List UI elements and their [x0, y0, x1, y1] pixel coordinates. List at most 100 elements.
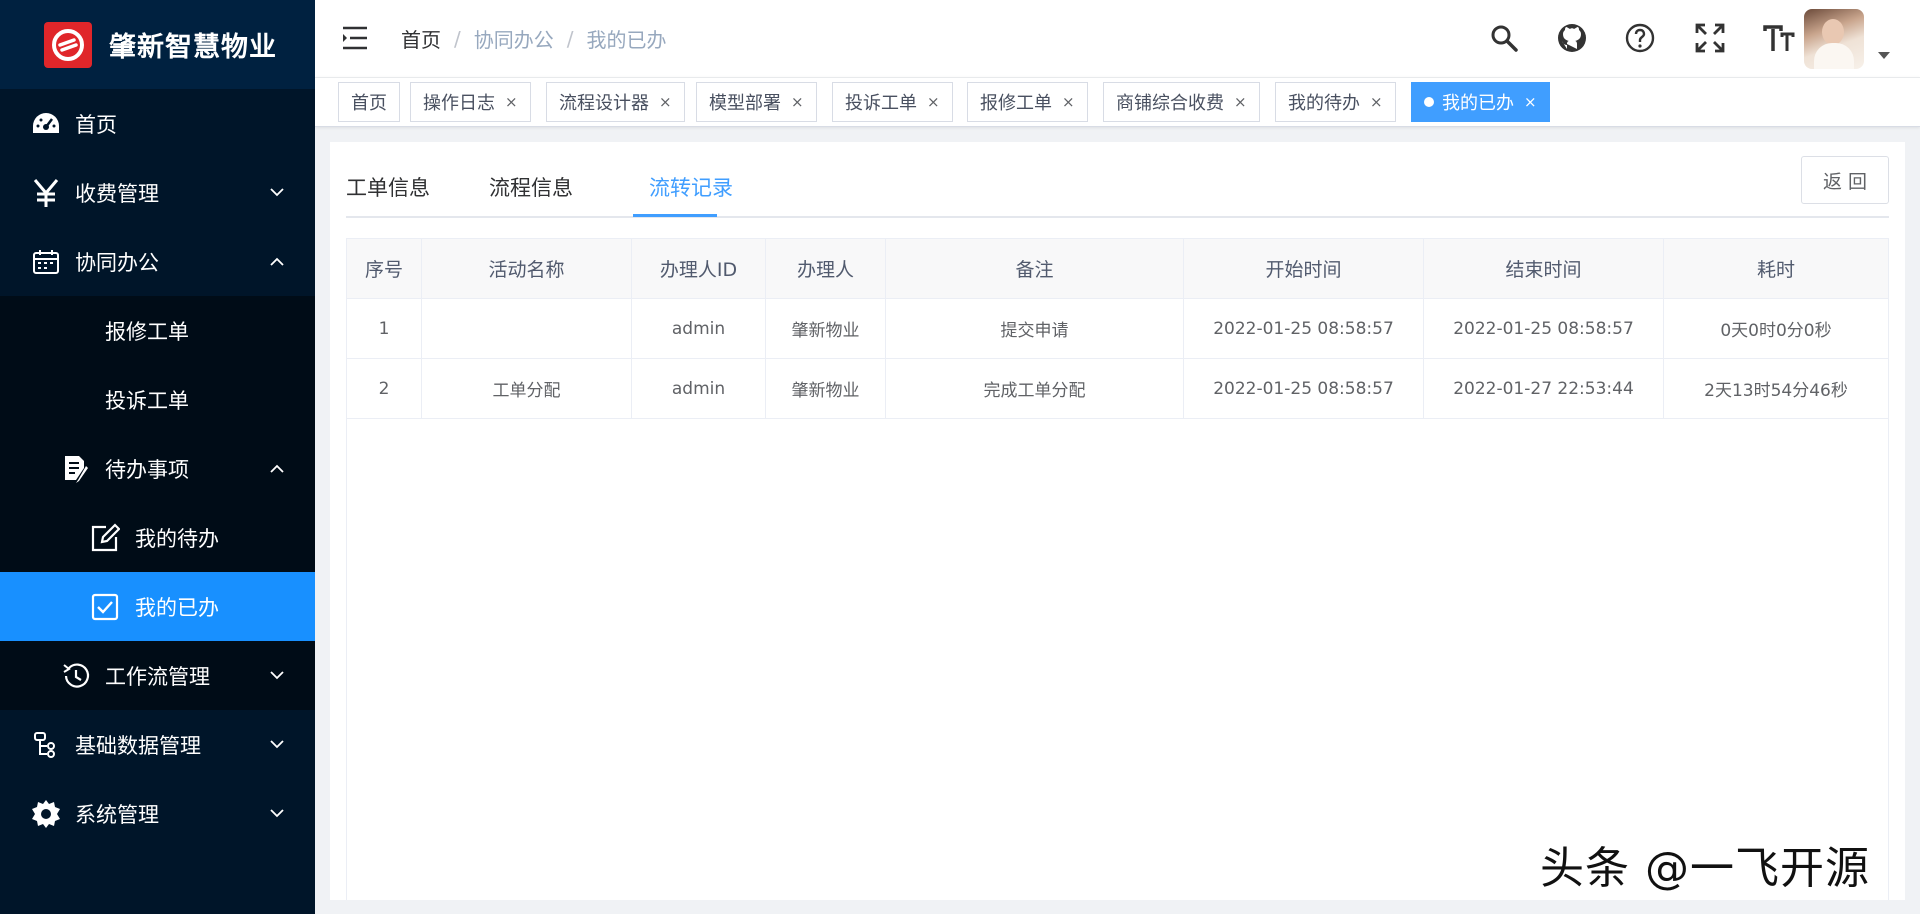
search-icon[interactable] [1488, 22, 1520, 54]
breadcrumb-item-current: 我的已办 [586, 28, 667, 52]
sidebar-item-label: 报修工单 [105, 319, 189, 344]
breadcrumb-separator: / [566, 26, 574, 51]
tag-label: 我的已办 [1442, 93, 1514, 114]
close-icon[interactable]: × [1234, 93, 1247, 111]
tag-model-deploy[interactable]: 模型部署 × [696, 82, 817, 122]
tag-shop-billing[interactable]: 商铺综合收费 × [1103, 82, 1260, 122]
close-icon[interactable]: × [791, 93, 804, 111]
tag-label: 首页 [351, 93, 387, 114]
chevron-down-icon [269, 737, 285, 753]
sidebar-item-base-data[interactable]: 基础数据管理 [0, 710, 315, 779]
table-cell: 2022-01-27 22:53:44 [1424, 359, 1664, 418]
close-icon[interactable]: × [927, 93, 940, 111]
table-cell: 2天13时54分46秒 [1704, 381, 1848, 401]
sidebar-item-label: 我的待办 [135, 526, 219, 551]
sidebar-item-system[interactable]: 系统管理 [0, 779, 315, 848]
column-header[interactable]: 耗时 [1664, 239, 1888, 298]
tag-my-done[interactable]: 我的已办 × [1411, 82, 1550, 122]
close-icon[interactable]: × [659, 93, 672, 111]
column-header[interactable]: 结束时间 [1424, 239, 1664, 298]
edit-doc-icon [60, 453, 92, 485]
logo[interactable]: 肇新智慧物业 [0, 0, 315, 89]
close-icon[interactable]: × [1524, 93, 1537, 111]
table-cell: 工单分配 [422, 359, 632, 418]
records-table: 序号 活动名称 办理人ID 办理人 备注 开始时间 结束时间 耗时 1 admi… [346, 238, 1889, 900]
help-icon[interactable] [1624, 22, 1656, 54]
back-button[interactable]: 返 回 [1801, 156, 1889, 204]
sidebar-item-my-todo[interactable]: 我的待办 [0, 503, 315, 572]
table-cell: 肇新物业 [766, 299, 886, 358]
checkbox-icon [89, 591, 121, 623]
avatar[interactable] [1804, 9, 1864, 69]
chevron-down-icon [269, 185, 285, 201]
tag-process-designer[interactable]: 流程设计器 × [546, 82, 685, 122]
column-header[interactable]: 开始时间 [1184, 239, 1424, 298]
tag-repair-order[interactable]: 报修工单 × [967, 82, 1088, 122]
table-cell: 肇新物业 [766, 359, 886, 418]
chevron-up-icon [269, 254, 285, 270]
close-icon[interactable]: × [1370, 93, 1383, 111]
column-header[interactable]: 办理人ID [632, 239, 766, 298]
watermark: 头条 @一飞开源 [1540, 843, 1870, 894]
column-header[interactable]: 活动名称 [422, 239, 632, 298]
history-icon [60, 660, 92, 692]
calendar-icon [30, 246, 62, 278]
tag-label: 我的待办 [1288, 93, 1360, 114]
column-header[interactable]: 备注 [886, 239, 1184, 298]
breadcrumb-item-collab[interactable]: 协同办公 [474, 24, 554, 53]
tag-my-todo[interactable]: 我的待办 × [1275, 82, 1396, 122]
table-row[interactable]: 1 admin 肇新物业 提交申请 2022-01-25 08:58:57 20… [347, 299, 1888, 359]
sidebar-item-collab[interactable]: 协同办公 [0, 227, 315, 296]
tab-transfer-records[interactable]: 流转记录 [649, 172, 733, 202]
sidebar-item-label: 首页 [75, 112, 117, 137]
yen-icon [30, 177, 62, 209]
active-dot-icon [1424, 97, 1434, 107]
font-size-icon[interactable] [1763, 22, 1795, 54]
sidebar-item-label: 协同办公 [75, 250, 159, 275]
breadcrumb-item-home[interactable]: 首页 [401, 24, 441, 53]
table-cell: 提交申请 [886, 299, 1184, 358]
chevron-up-icon [269, 461, 285, 477]
chevron-down-icon [269, 806, 285, 822]
tag-label: 模型部署 [709, 93, 781, 114]
table-header: 序号 活动名称 办理人ID 办理人 备注 开始时间 结束时间 耗时 [347, 239, 1888, 299]
tab-process-info[interactable]: 流程信息 [489, 172, 573, 202]
sidebar-item-home[interactable]: 首页 [0, 89, 315, 158]
gear-icon [30, 798, 62, 830]
sidebar-item-label: 工作流管理 [105, 664, 210, 689]
sidebar-item-label: 系统管理 [75, 802, 159, 827]
breadcrumb: 首页 / 协同办公 / 我的已办 [401, 24, 667, 53]
tab-order-info[interactable]: 工单信息 [346, 172, 430, 202]
fullscreen-icon[interactable] [1694, 22, 1726, 54]
chevron-down-icon [269, 668, 285, 684]
table-cell: 0天0时0分0秒 [1720, 321, 1832, 341]
sidebar-item-my-done[interactable]: 我的已办 [0, 572, 315, 641]
tag-complaint-order[interactable]: 投诉工单 × [832, 82, 953, 122]
table-cell: 2 [347, 359, 422, 418]
sidebar-item-todo[interactable]: 待办事项 [0, 434, 315, 503]
tag-home[interactable]: 首页 [338, 82, 400, 122]
edit-icon [89, 522, 121, 554]
sidebar-item-label: 投诉工单 [105, 388, 189, 413]
column-header[interactable]: 办理人 [766, 239, 886, 298]
tag-operation-log[interactable]: 操作日志 × [410, 82, 531, 122]
table-row[interactable]: 2 工单分配 admin 肇新物业 完成工单分配 2022-01-25 08:5… [347, 359, 1888, 419]
column-header[interactable]: 序号 [347, 239, 422, 298]
tag-label: 报修工单 [980, 93, 1052, 114]
sidebar-item-complaint-order[interactable]: 投诉工单 [0, 365, 315, 434]
table-cell: 2022-01-25 08:58:57 [1184, 359, 1424, 418]
sidebar-item-workflow[interactable]: 工作流管理 [0, 641, 315, 710]
hamburger-icon[interactable] [341, 25, 369, 51]
sidebar-item-billing[interactable]: 收费管理 [0, 158, 315, 227]
sidebar-item-repair-order[interactable]: 报修工单 [0, 296, 315, 365]
table-cell: 完成工单分配 [886, 359, 1184, 418]
github-icon[interactable] [1556, 22, 1588, 54]
sidebar-item-label: 基础数据管理 [75, 733, 201, 758]
close-icon[interactable]: × [1062, 93, 1075, 111]
sidebar-item-label: 我的已办 [135, 595, 219, 620]
tree-icon [30, 729, 62, 761]
caret-down-icon[interactable] [1878, 52, 1890, 59]
close-icon[interactable]: × [505, 93, 518, 111]
breadcrumb-separator: / [454, 26, 461, 51]
sidebar-item-label: 待办事项 [105, 457, 189, 482]
